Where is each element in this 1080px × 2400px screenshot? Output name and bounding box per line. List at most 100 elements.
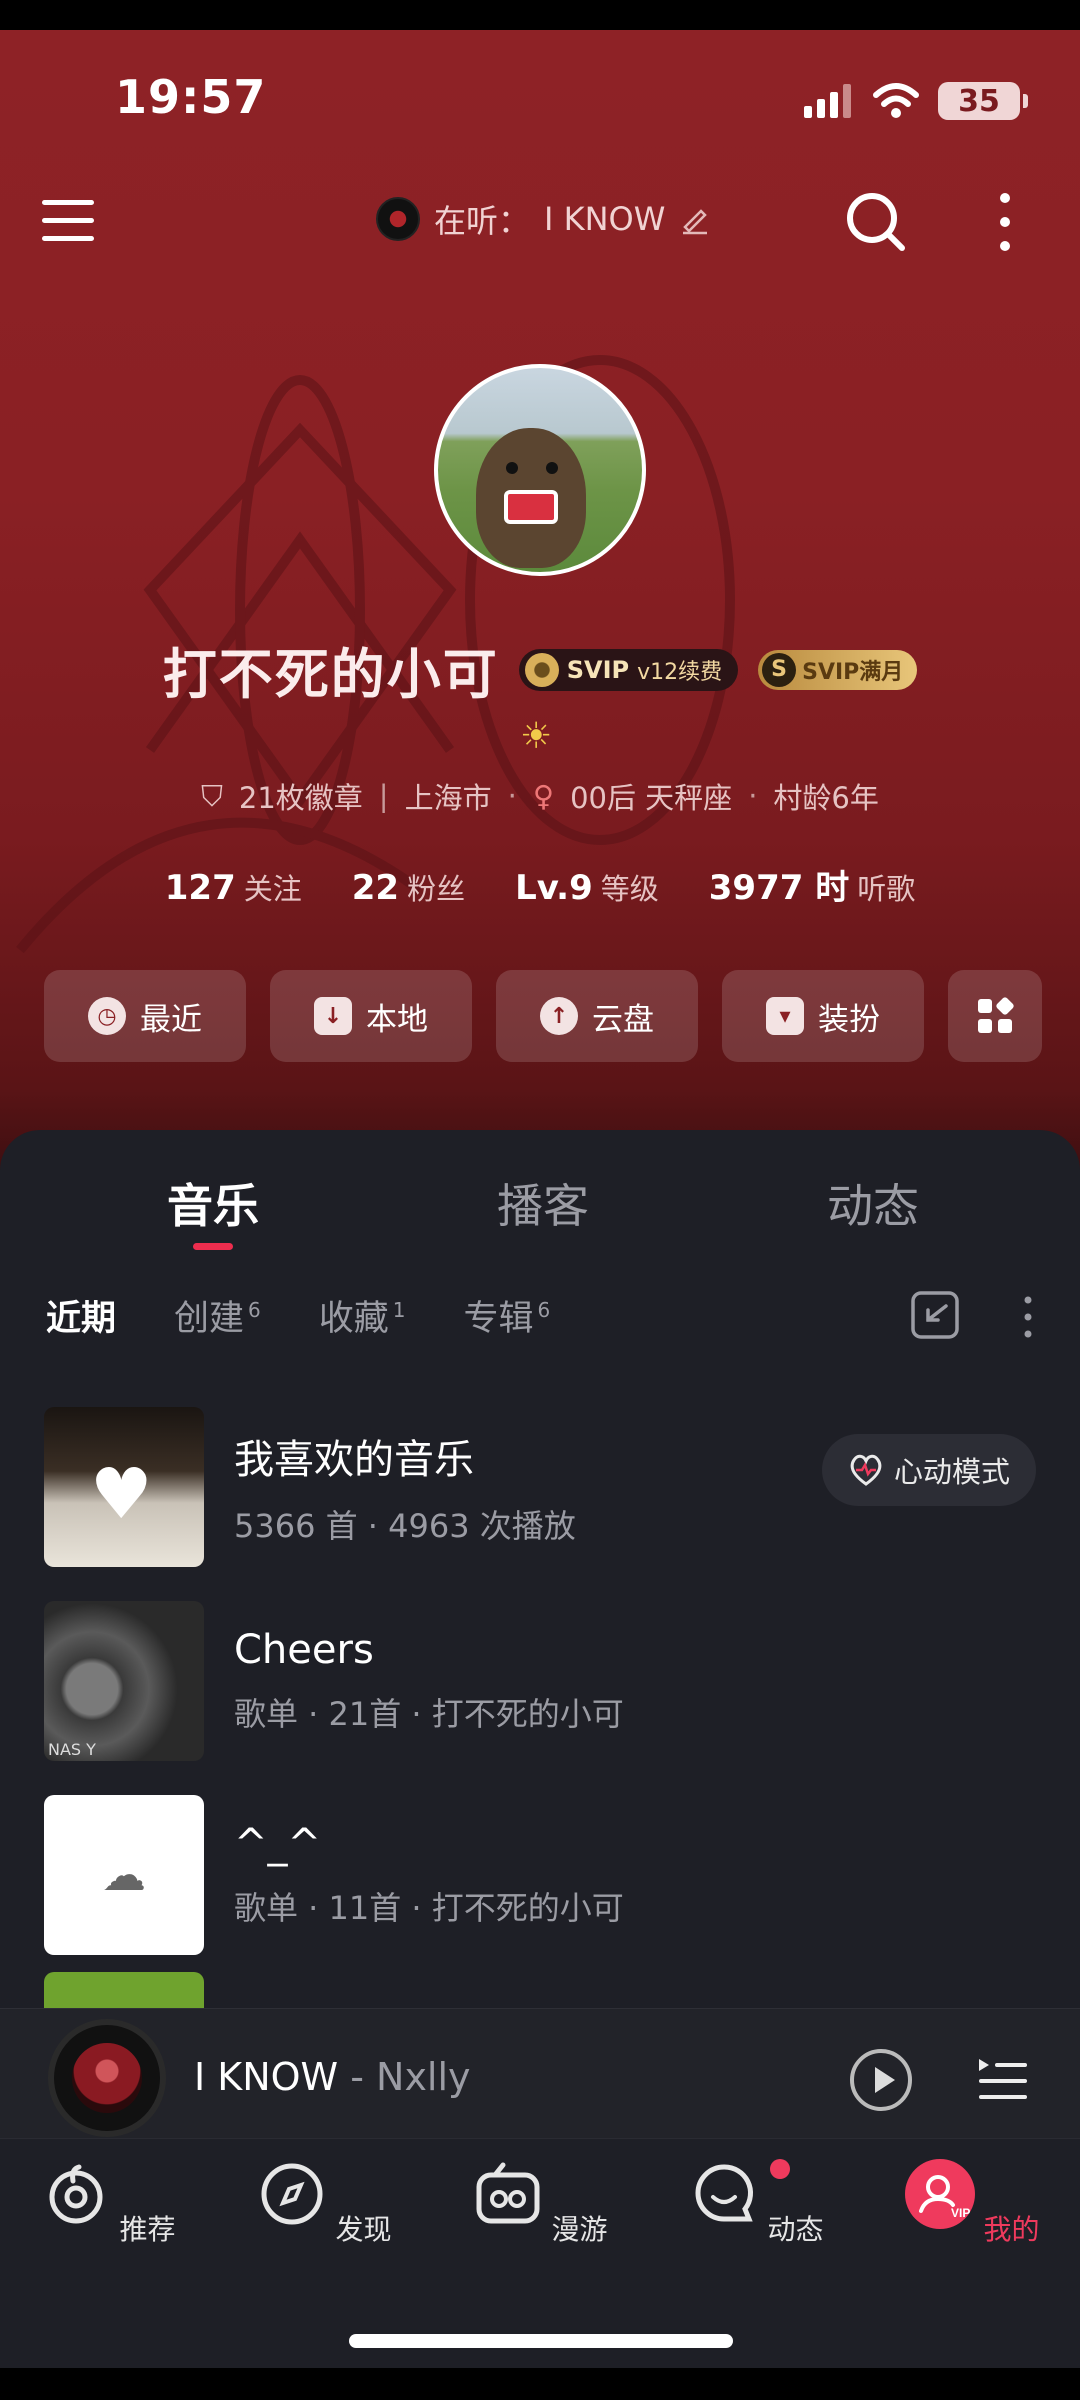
cloud-icon: ☁ bbox=[102, 1849, 146, 1901]
playlist-queue-icon[interactable] bbox=[975, 2051, 1031, 2107]
svip-label: SVIP bbox=[566, 655, 630, 684]
main-tabs: 音乐 播客 动态 bbox=[0, 1170, 1080, 1236]
compass-icon bbox=[261, 2163, 323, 2225]
chat-icon bbox=[695, 2164, 753, 2222]
playlist-subtitle: 歌单 · 21首 · 打不死的小可 bbox=[234, 1695, 624, 1733]
stat-following[interactable]: 127 关注 bbox=[165, 866, 302, 908]
badge-shield-icon: ⛉ bbox=[201, 778, 223, 813]
now-playing-thumbnail bbox=[376, 197, 420, 241]
nav-discover[interactable]: 发现 bbox=[254, 2159, 394, 2248]
stat-followers[interactable]: 22 粉丝 bbox=[352, 866, 465, 908]
playlist-list: ♥ 我喜欢的音乐 5366 首 · 4963 次播放 心动模式 NAS Y Ch… bbox=[44, 1390, 1036, 1972]
playlist-subtitle: 5366 首 · 4963 次播放 bbox=[234, 1507, 576, 1545]
svip-level: v12续费 bbox=[637, 659, 723, 685]
playlist-cover: ☁ bbox=[44, 1795, 204, 1955]
list-item[interactable]: ♥ 我喜欢的音乐 5366 首 · 4963 次播放 心动模式 bbox=[44, 1390, 1036, 1584]
user-vip-icon: VIP bbox=[904, 2159, 975, 2229]
status-icons: 35 bbox=[804, 82, 1028, 120]
album-disc[interactable] bbox=[48, 2019, 166, 2137]
import-playlist-icon[interactable] bbox=[910, 1290, 960, 1340]
gender-icon: ♀ bbox=[532, 779, 555, 813]
tab-activity[interactable]: 动态 bbox=[708, 1170, 1038, 1236]
playlist-title: 我喜欢的音乐 bbox=[234, 1437, 474, 1483]
svip-coin-icon bbox=[524, 652, 559, 687]
subtab-collected[interactable]: 收藏 1 bbox=[319, 1290, 406, 1341]
cover-text: NAS Y bbox=[48, 1740, 96, 1759]
city: 上海市 bbox=[404, 781, 492, 815]
search-icon[interactable] bbox=[844, 190, 908, 254]
radio-icon bbox=[476, 2162, 540, 2224]
cloud-upload-icon: ↑ bbox=[540, 997, 578, 1035]
subtab-recent[interactable]: 近期 bbox=[46, 1290, 116, 1341]
shirt-icon: ▾ bbox=[766, 997, 804, 1035]
battery-indicator: 35 bbox=[938, 82, 1028, 120]
tab-music[interactable]: 音乐 bbox=[48, 1170, 378, 1236]
village-age: 村龄6年 bbox=[773, 781, 879, 815]
recent-button[interactable]: ◷ 最近 bbox=[44, 970, 246, 1062]
signal-icon bbox=[804, 84, 851, 118]
heartbeat-icon bbox=[850, 1454, 882, 1486]
clock-icon: ◷ bbox=[88, 997, 126, 1035]
sun-icon: ☀ bbox=[520, 716, 553, 757]
subtab-albums[interactable]: 专辑 6 bbox=[464, 1290, 551, 1341]
svip-s-icon: S bbox=[762, 652, 797, 687]
user-name: 打不死的小可 bbox=[162, 643, 499, 706]
cloud-disk-button[interactable]: ↑ 云盘 bbox=[496, 970, 698, 1062]
profile-info-row[interactable]: ⛉ 21枚徽章 | 上海市 · ♀ 00后 天秤座 · 村龄6年 bbox=[0, 775, 1080, 817]
list-item[interactable]: NAS Y Cheers 歌单 · 21首 · 打不死的小可 bbox=[44, 1584, 1036, 1778]
more-apps-button[interactable] bbox=[948, 970, 1042, 1062]
playlist-title: Cheers bbox=[234, 1627, 374, 1673]
dress-up-button[interactable]: ▾ 装扮 bbox=[722, 970, 924, 1062]
active-tab-indicator bbox=[193, 1243, 233, 1250]
svg-text:VIP: VIP bbox=[951, 2206, 970, 2220]
playlist-cover: ♥ bbox=[44, 1407, 204, 1567]
stats-row: 127 关注 22 粉丝 Lv.9 等级 3977 时听歌 bbox=[0, 860, 1080, 909]
mini-player[interactable]: I KNOW - Nxlly bbox=[0, 2008, 1080, 2138]
bottom-edge bbox=[0, 2368, 1080, 2400]
playlist-cover: NAS Y bbox=[44, 1601, 204, 1761]
playlist-title: ^_^ bbox=[234, 1821, 322, 1867]
nav-activity[interactable]: 动态 bbox=[686, 2159, 826, 2248]
age-zodiac: 00后 天秤座 bbox=[570, 781, 733, 815]
sub-tabs: 近期 创建 6 收藏 1 专辑 6 bbox=[46, 1290, 550, 1341]
home-indicator[interactable] bbox=[349, 2334, 733, 2348]
netease-logo-icon bbox=[49, 2164, 103, 2224]
avatar[interactable] bbox=[434, 364, 646, 576]
stat-level[interactable]: Lv.9 等级 bbox=[515, 866, 659, 908]
avatar-character bbox=[476, 428, 586, 568]
nav-mine[interactable]: VIP 我的 bbox=[902, 2159, 1042, 2248]
now-playing-pill[interactable]: 在听： I KNOW bbox=[376, 195, 711, 243]
svip-badge[interactable]: SVIP v12续费 bbox=[518, 648, 739, 691]
profile-name-row: 打不死的小可 SVIP v12续费 S SVIP满月 bbox=[0, 630, 1080, 709]
top-edge bbox=[0, 0, 1080, 30]
svip-full-badge[interactable]: S SVIP满月 bbox=[758, 649, 918, 690]
local-button[interactable]: ↓ 本地 bbox=[270, 970, 472, 1062]
list-item[interactable]: ☁ ^_^ 歌单 · 11首 · 打不死的小可 bbox=[44, 1778, 1036, 1972]
now-playing-prefix: 在听： bbox=[434, 202, 531, 240]
badge-count: 21枚徽章 bbox=[238, 781, 363, 815]
more-vertical-icon[interactable] bbox=[1018, 1292, 1038, 1342]
heart-icon: ♥ bbox=[90, 1453, 153, 1535]
playlist-subtitle: 歌单 · 11首 · 打不死的小可 bbox=[234, 1889, 624, 1927]
tab-podcast[interactable]: 播客 bbox=[378, 1170, 708, 1236]
mini-player-title[interactable]: I KNOW - Nxlly bbox=[194, 2055, 471, 2099]
svip-full-label: SVIP满月 bbox=[802, 659, 904, 685]
play-button[interactable] bbox=[850, 2049, 912, 2111]
mini-artist: Nxlly bbox=[376, 2055, 471, 2099]
subtab-created[interactable]: 创建 6 bbox=[174, 1290, 261, 1341]
now-playing-song: I KNOW bbox=[544, 200, 666, 238]
stat-listen-hours[interactable]: 3977 时听歌 bbox=[709, 860, 915, 909]
download-icon: ↓ bbox=[314, 997, 352, 1035]
nav-roam[interactable]: 漫游 bbox=[470, 2159, 610, 2248]
grid-icon bbox=[978, 997, 1014, 1033]
quick-actions: ◷ 最近 ↓ 本地 ↑ 云盘 ▾ 装扮 bbox=[44, 970, 1042, 1062]
mini-song: I KNOW bbox=[194, 2055, 339, 2099]
wifi-icon bbox=[873, 83, 919, 118]
playlist-cover-partial bbox=[44, 1972, 204, 2012]
nav-recommend[interactable]: 推荐 bbox=[38, 2159, 178, 2248]
more-vertical-icon[interactable] bbox=[990, 190, 1020, 254]
notification-dot bbox=[770, 2159, 790, 2179]
edit-icon[interactable] bbox=[679, 203, 711, 235]
heartbeat-mode-button[interactable]: 心动模式 bbox=[821, 1434, 1036, 1506]
menu-icon[interactable] bbox=[42, 198, 94, 244]
